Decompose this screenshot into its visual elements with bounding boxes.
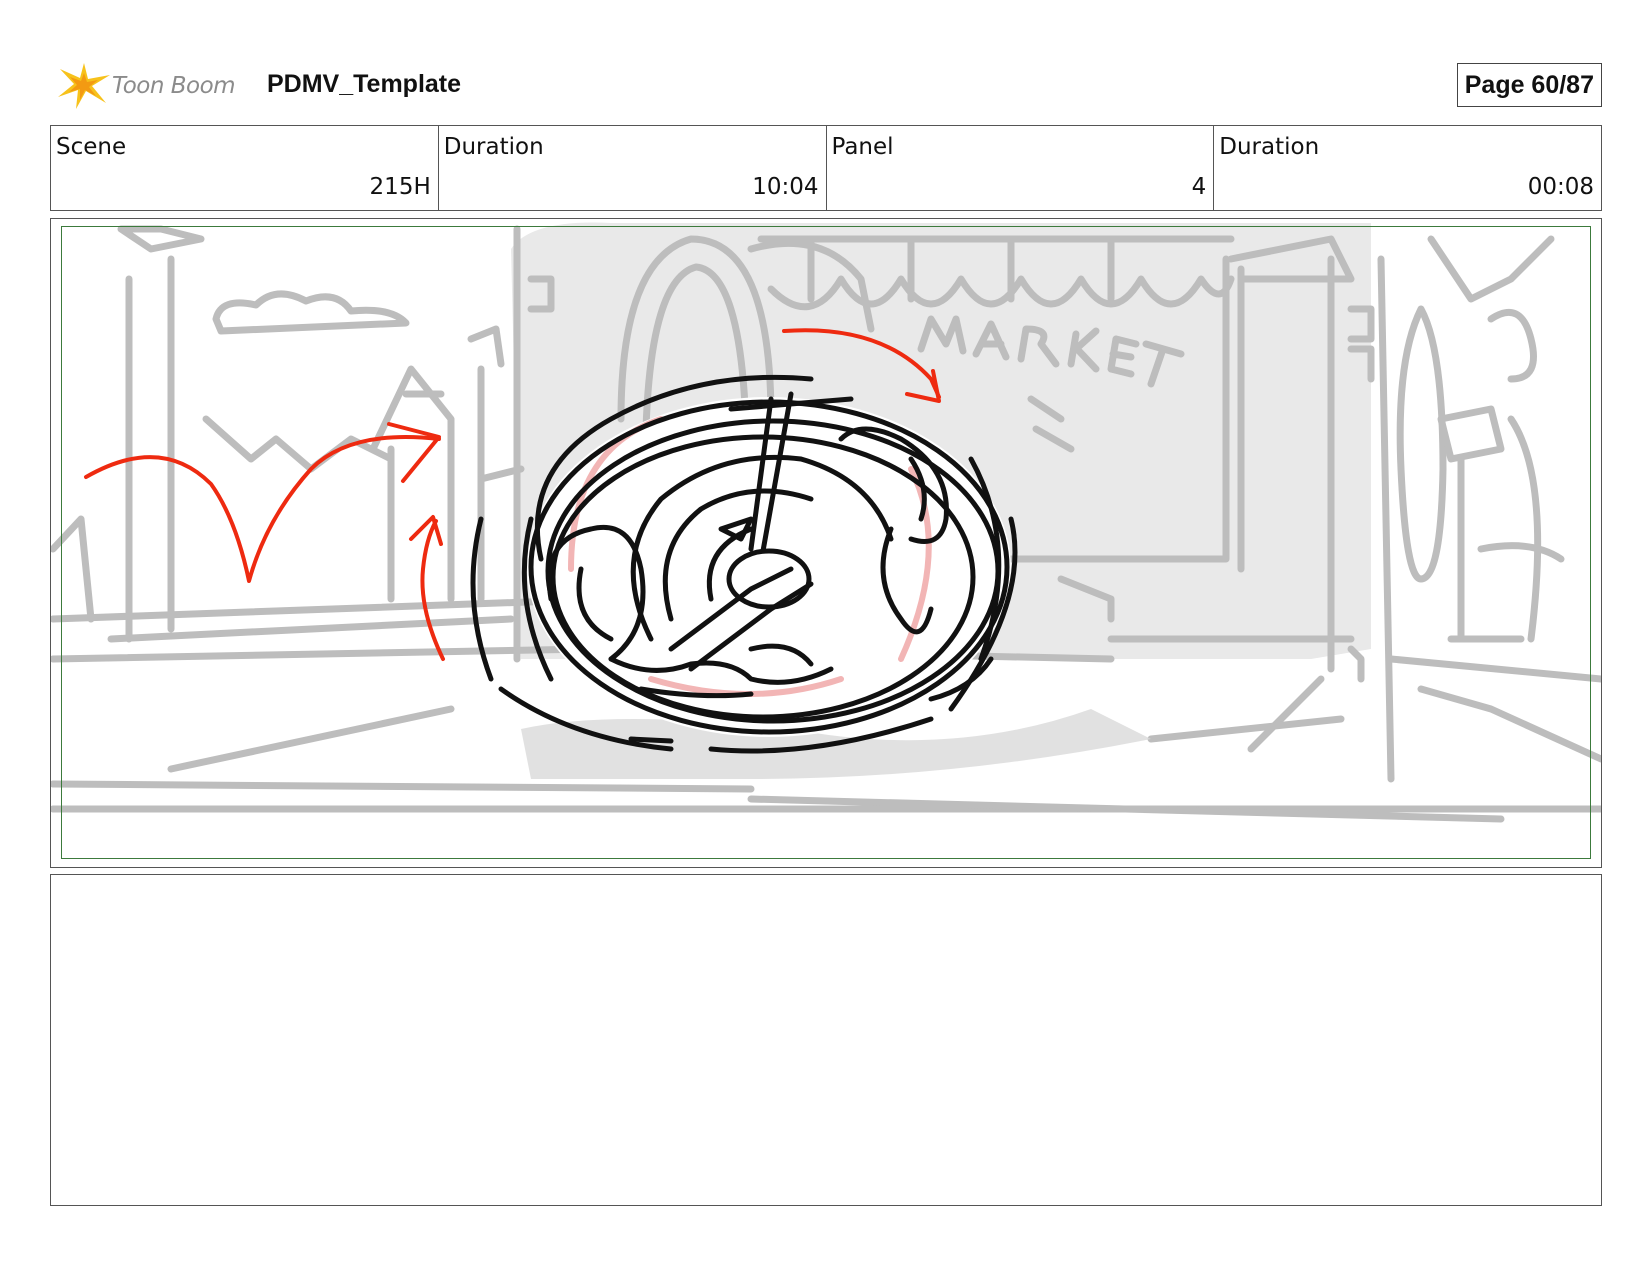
- panel-duration-cell: Duration 00:08: [1214, 126, 1601, 210]
- scene-duration-cell: Duration 10:04: [439, 126, 827, 210]
- panel-value: 4: [1191, 174, 1207, 200]
- document-title: PDMV_Template: [267, 70, 462, 98]
- scene-value: 215H: [369, 174, 431, 200]
- page-header: Toon Boom PDMV_Template Page 60/87: [50, 55, 1602, 115]
- panel-duration-value: 00:08: [1527, 174, 1594, 200]
- scene-cell: Scene 215H: [51, 126, 439, 210]
- panel-sketch: [51, 222, 1601, 823]
- scene-duration-value: 10:04: [752, 174, 819, 200]
- panel-cell: Panel 4: [827, 126, 1215, 210]
- toon-boom-logo: Toon Boom: [54, 59, 254, 111]
- scene-info-table: Scene 215H Duration 10:04 Panel 4 Durati…: [50, 125, 1602, 211]
- panel-notes-box[interactable]: [50, 874, 1602, 1206]
- logo-wordmark: Toon Boom: [112, 73, 236, 99]
- storyboard-panel: [50, 218, 1602, 868]
- page-number: Page 60/87: [1456, 63, 1602, 107]
- scene-duration-label: Duration: [443, 134, 544, 160]
- starburst-icon: [58, 63, 110, 109]
- scene-label: Scene: [56, 134, 127, 160]
- panel-label: Panel: [831, 134, 894, 160]
- panel-duration-label: Duration: [1219, 134, 1320, 160]
